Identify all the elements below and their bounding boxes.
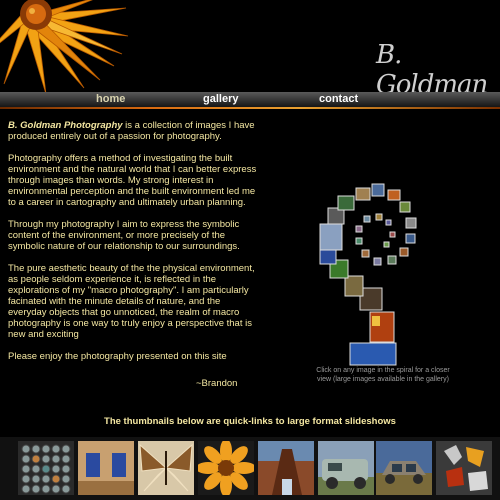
signature-logo: B. Goldman (376, 40, 488, 100)
spiral-thumb[interactable] (344, 275, 364, 297)
nav-contact-link[interactable]: contact (319, 93, 358, 105)
thumbnail-strip (0, 437, 500, 500)
spiral-thumb[interactable] (371, 183, 385, 197)
spiral-thumb[interactable] (355, 187, 371, 201)
thumb-old-truck[interactable] (318, 441, 374, 495)
spiral-caption: Click on any image in the spiral for a c… (316, 367, 450, 383)
thumb-rusty-car[interactable] (376, 441, 432, 495)
intro-paragraph-4: The pure aesthetic beauty of the the phy… (8, 263, 255, 340)
header-flower-image (0, 0, 130, 92)
site-header: B. Goldman (0, 0, 500, 100)
intro-paragraph-5: Please enjoy the photography presented o… (8, 351, 227, 362)
photo-spiral (312, 180, 422, 370)
main-nav: home gallery contact (0, 92, 500, 108)
spiral-thumb[interactable] (375, 213, 383, 221)
nav-gallery-link[interactable]: gallery (203, 93, 238, 105)
spiral-thumb[interactable] (399, 201, 411, 213)
spiral-thumb[interactable] (389, 231, 396, 238)
spiral-thumb[interactable] (387, 189, 401, 201)
intro-text: B. Goldman Photography is a collection o… (8, 120, 260, 373)
spiral-thumb[interactable] (385, 219, 392, 226)
spiral-thumb[interactable] (361, 249, 370, 258)
thumb-orange-flower[interactable] (198, 441, 254, 495)
spiral-thumb[interactable] (383, 241, 390, 248)
quicklinks-heading: The thumbnails below are quick-links to … (104, 416, 396, 427)
intro-paragraph-2: Photography offers a method of investiga… (8, 153, 257, 208)
spiral-thumb-large[interactable] (349, 342, 397, 366)
spiral-thumb[interactable] (405, 217, 417, 229)
spiral-thumb[interactable] (337, 195, 355, 211)
spiral-thumb[interactable] (355, 237, 363, 245)
brand-name: B. Goldman Photography (8, 120, 123, 131)
nav-divider (0, 107, 500, 109)
spiral-thumb[interactable] (319, 249, 337, 265)
spiral-thumb[interactable] (373, 257, 382, 266)
thumb-tree-trunk[interactable] (258, 441, 314, 495)
spiral-thumb[interactable] (319, 223, 343, 251)
spiral-thumb[interactable] (355, 225, 363, 233)
sign-off: ~Brandon (196, 378, 238, 389)
spiral-thumb[interactable] (399, 247, 409, 257)
thumb-butterfly[interactable] (138, 441, 194, 495)
intro-paragraph-3: Through my photography I aim to express … (8, 219, 240, 252)
spiral-thumb[interactable] (387, 255, 397, 265)
thumb-blue-windows[interactable] (78, 441, 134, 495)
thumb-circles[interactable] (18, 441, 74, 495)
thumb-autumn-leaves[interactable] (436, 441, 492, 495)
spiral-thumb[interactable] (405, 233, 416, 244)
intro-paragraph-1: B. Goldman Photography is a collection o… (8, 120, 260, 142)
spiral-thumb[interactable] (363, 215, 371, 223)
nav-home-link[interactable]: home (96, 93, 125, 105)
